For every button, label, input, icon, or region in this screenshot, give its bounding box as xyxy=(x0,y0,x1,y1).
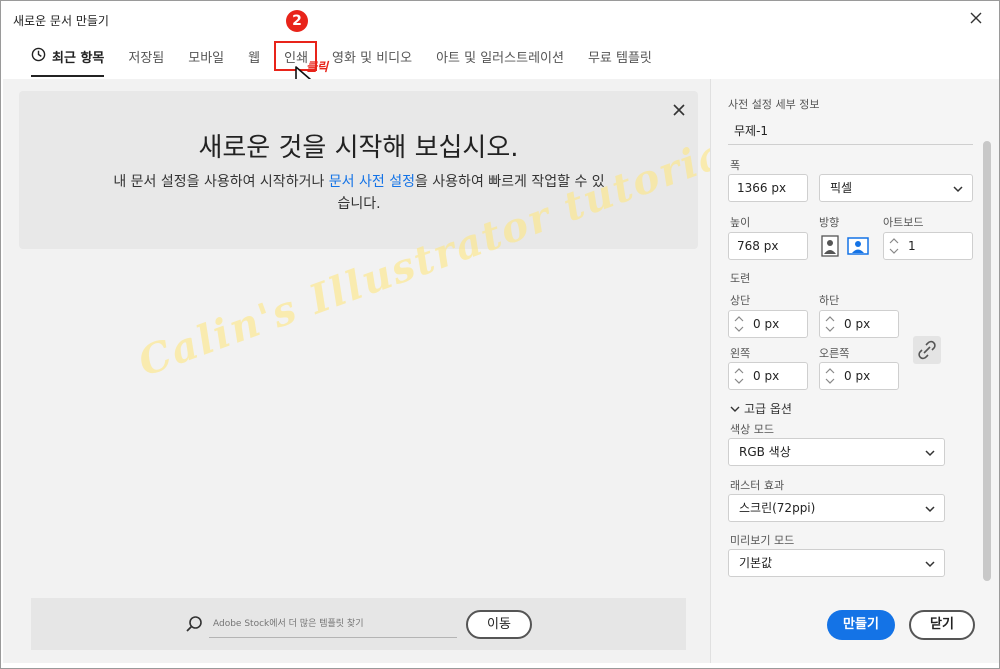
document-name-field[interactable]: 무제-1 xyxy=(728,117,973,145)
artboard-value: 1 xyxy=(908,239,916,253)
desc-text: 내 문서 설정을 사용하여 시작하거나 xyxy=(113,174,329,190)
raster-effects-label: 래스터 효과 xyxy=(730,479,785,492)
preset-link[interactable]: 문서 사전 설정 xyxy=(329,174,415,190)
orientation-label: 방향 xyxy=(819,216,840,229)
bleed-top-label: 상단 xyxy=(730,294,751,307)
bleed-left-label: 왼쪽 xyxy=(730,347,751,360)
color-mode-value: RGB 색상 xyxy=(739,445,791,459)
welcome-title: 새로운 것을 시작해 보십시오. xyxy=(198,133,519,163)
tab-web[interactable]: 웹 xyxy=(248,41,260,77)
height-input[interactable]: 768 px xyxy=(728,232,808,260)
panel-heading: 사전 설정 세부 정보 xyxy=(728,98,820,111)
stepper-arrows-icon[interactable] xyxy=(824,365,836,387)
color-mode-select[interactable]: RGB 색상 xyxy=(728,438,945,466)
stepper-arrows-icon[interactable] xyxy=(733,365,745,387)
width-input[interactable]: 1366 px xyxy=(728,174,808,202)
raster-effects-value: 스크린(72ppi) xyxy=(739,501,816,515)
tab-film-video[interactable]: 영화 및 비디오 xyxy=(332,41,412,77)
advanced-options-toggle[interactable]: 고급 옵션 xyxy=(730,400,792,417)
tab-art-illustration[interactable]: 아트 및 일러스트레이션 xyxy=(436,41,564,77)
stepper-arrows-icon[interactable] xyxy=(733,313,745,335)
stepper-arrows-icon[interactable] xyxy=(888,235,900,257)
tab-label: 최근 항목 xyxy=(52,51,105,66)
stepper-arrows-icon[interactable] xyxy=(824,313,836,335)
preview-mode-label: 미리보기 모드 xyxy=(730,534,795,547)
bleed-top-stepper[interactable]: 0 px xyxy=(728,310,808,338)
category-tabs: 최근 항목 저장됨 모바일 웹 인쇄 영화 및 비디오 아트 및 일러스트레이션… xyxy=(31,41,676,77)
unit-select[interactable]: 픽셀 xyxy=(819,174,973,202)
new-document-dialog: 새로운 문서 만들기 최근 항목 저장됨 모바일 웹 인쇄 영화 및 비디오 아… xyxy=(0,0,1000,669)
tab-mobile[interactable]: 모바일 xyxy=(188,41,224,77)
width-label: 폭 xyxy=(730,159,741,172)
clock-icon xyxy=(31,47,46,62)
bleed-top-value: 0 px xyxy=(753,317,780,331)
preview-mode-select[interactable]: 기본값 xyxy=(728,549,945,577)
bleed-left-value: 0 px xyxy=(753,369,780,383)
close-button[interactable]: 닫기 xyxy=(909,610,975,640)
advanced-options-label: 고급 옵션 xyxy=(744,402,792,416)
tab-recent[interactable]: 최근 항목 xyxy=(31,41,105,77)
portrait-icon[interactable] xyxy=(819,235,841,257)
height-label: 높이 xyxy=(730,216,751,229)
chevron-down-icon xyxy=(925,450,935,457)
bleed-label: 도련 xyxy=(730,272,751,285)
panel-scrollbar[interactable] xyxy=(983,141,991,581)
chevron-down-icon xyxy=(730,406,740,412)
close-icon[interactable] xyxy=(967,9,985,27)
stock-search-input[interactable] xyxy=(209,610,457,638)
tab-saved[interactable]: 저장됨 xyxy=(128,41,164,77)
bleed-left-stepper[interactable]: 0 px xyxy=(728,362,808,390)
search-icon xyxy=(186,616,202,632)
bleed-right-stepper[interactable]: 0 px xyxy=(819,362,899,390)
raster-effects-select[interactable]: 스크린(72ppi) xyxy=(728,494,945,522)
landscape-icon[interactable] xyxy=(847,235,869,257)
window-title: 새로운 문서 만들기 xyxy=(13,14,109,28)
artboard-label: 아트보드 xyxy=(883,216,924,229)
artboard-stepper[interactable]: 1 xyxy=(883,232,973,260)
chevron-down-icon xyxy=(953,186,963,193)
chain-link-icon xyxy=(918,340,936,360)
bleed-right-label: 오른쪽 xyxy=(819,347,850,360)
step-number-badge: 2 xyxy=(286,10,308,32)
stock-search-bar: 이동 xyxy=(31,598,686,650)
tab-free-templates[interactable]: 무료 템플릿 xyxy=(588,41,652,77)
color-mode-label: 색상 모드 xyxy=(730,423,774,436)
title-bar: 새로운 문서 만들기 xyxy=(1,1,999,37)
close-icon[interactable] xyxy=(672,103,686,117)
welcome-banner: 새로운 것을 시작해 보십시오. 내 문서 설정을 사용하여 시작하거나 문서 … xyxy=(19,91,698,249)
bleed-right-value: 0 px xyxy=(844,369,871,383)
bleed-bottom-value: 0 px xyxy=(844,317,871,331)
link-bleed-button[interactable] xyxy=(913,336,941,364)
bleed-bottom-stepper[interactable]: 0 px xyxy=(819,310,899,338)
chevron-down-icon xyxy=(925,561,935,568)
bleed-bottom-label: 하단 xyxy=(819,294,840,307)
create-button[interactable]: 만들기 xyxy=(827,610,895,640)
chevron-down-icon xyxy=(925,506,935,513)
welcome-description: 내 문서 설정을 사용하여 시작하거나 문서 사전 설정을 사용하여 빠르게 작… xyxy=(109,171,609,215)
unit-value: 픽셀 xyxy=(830,181,853,195)
go-button[interactable]: 이동 xyxy=(466,610,532,639)
preview-mode-value: 기본값 xyxy=(739,556,773,570)
